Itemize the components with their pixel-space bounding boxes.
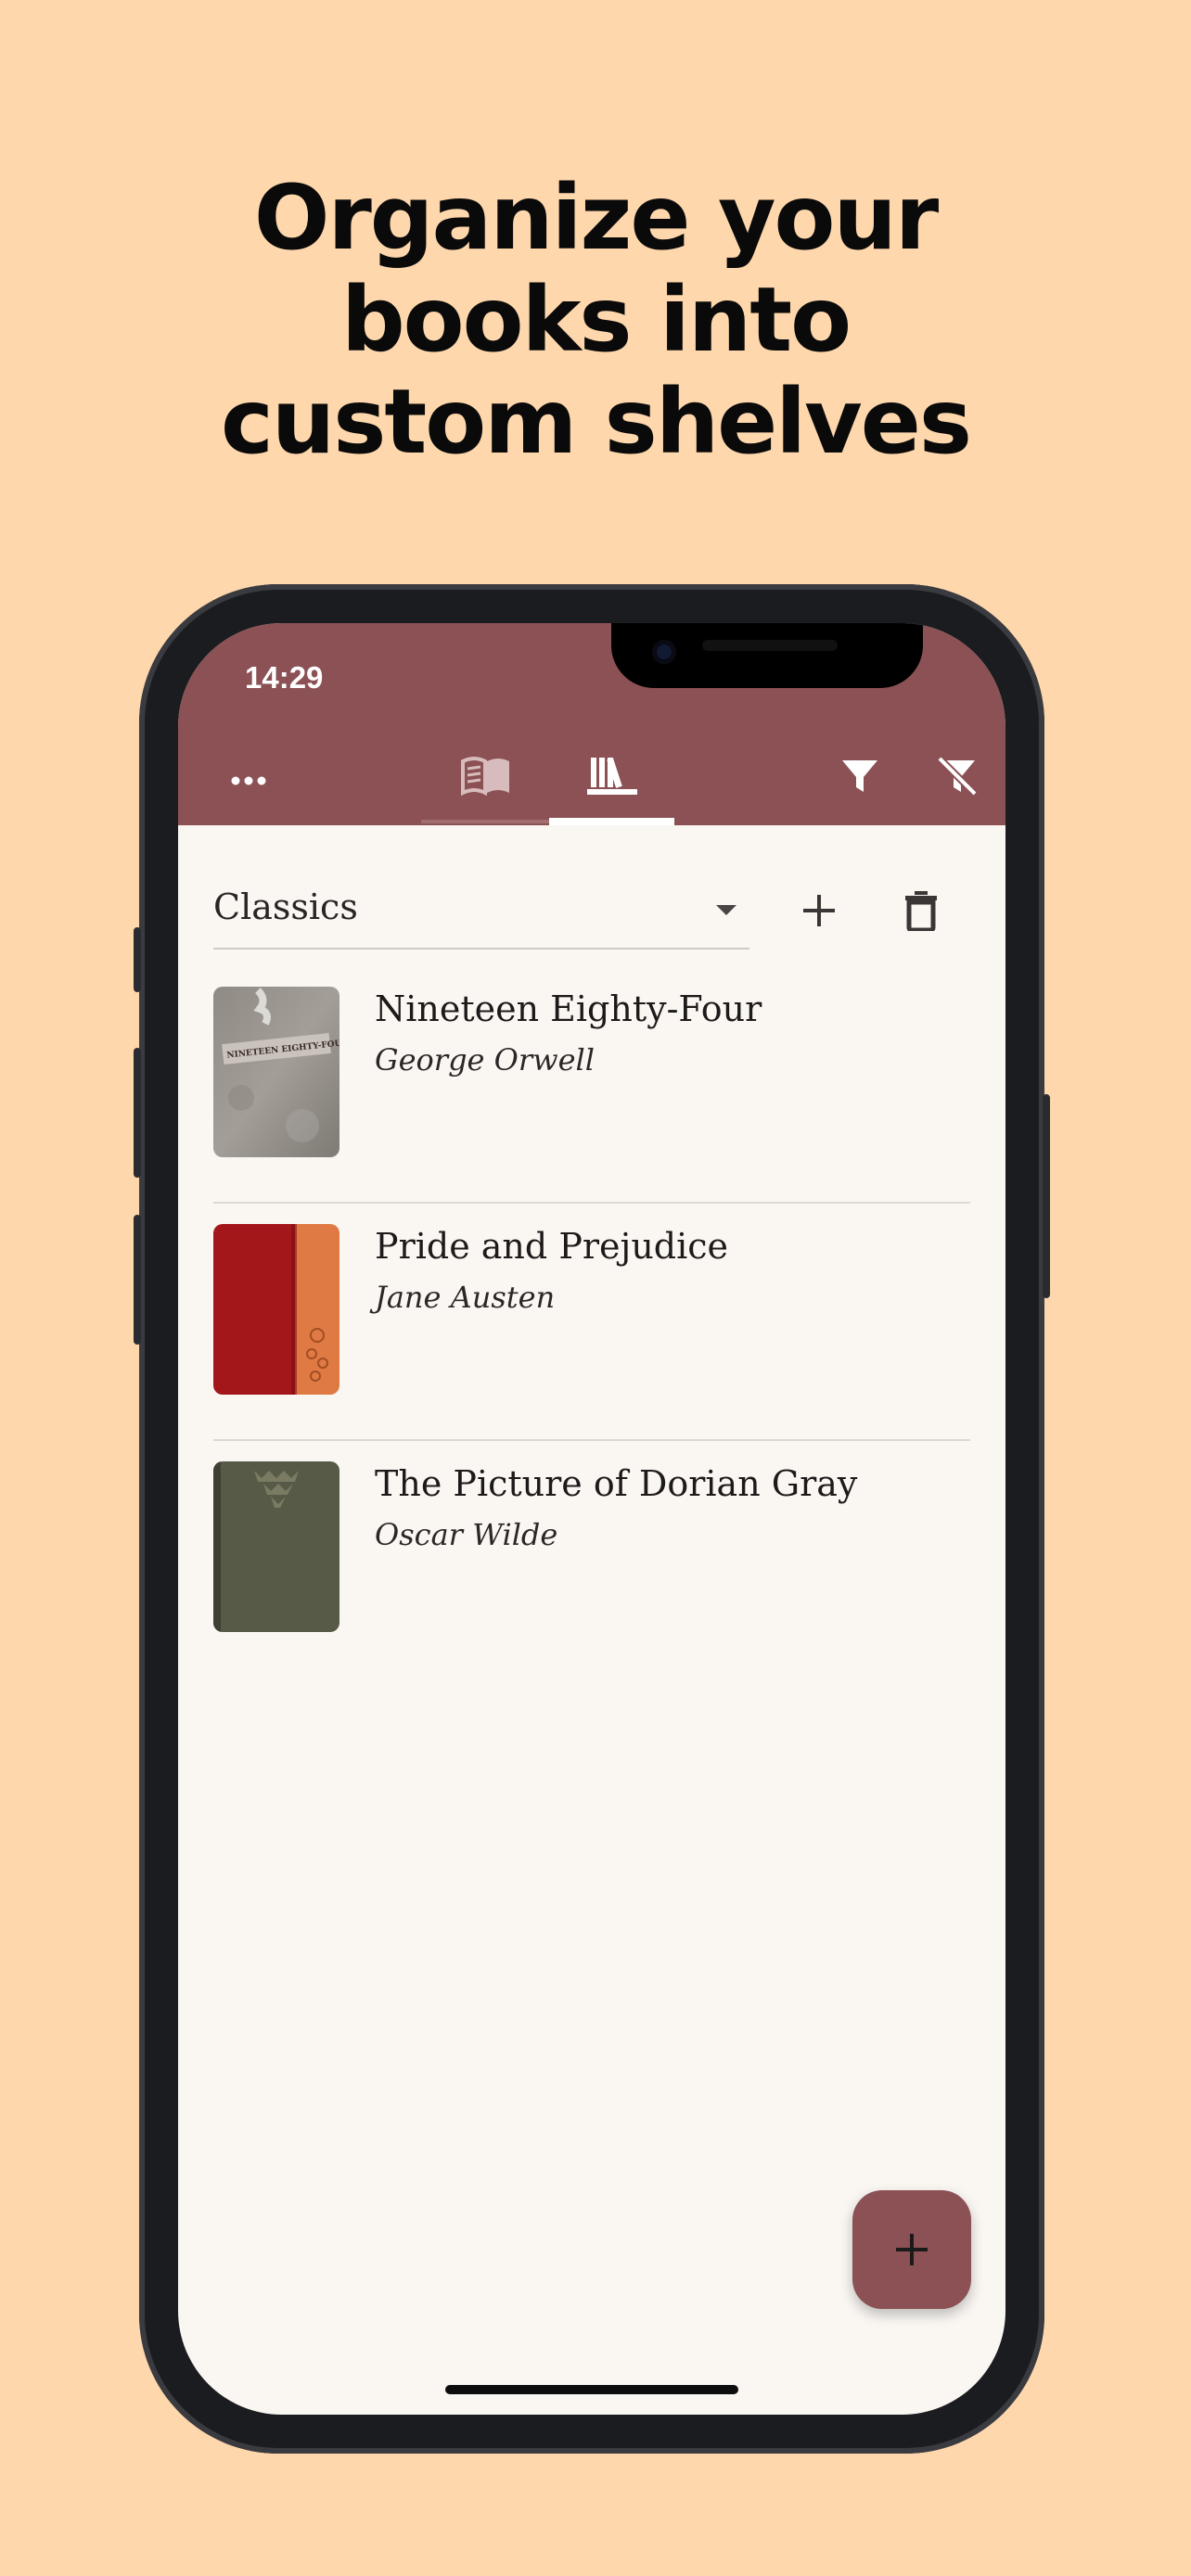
home-indicator[interactable] <box>445 2385 738 2394</box>
add-shelf-button[interactable] <box>787 883 852 938</box>
marketing-headline: Organize your books into custom shelves <box>0 167 1191 473</box>
filter-icon[interactable] <box>827 748 892 804</box>
add-book-button[interactable] <box>852 2190 971 2309</box>
headline-line-1: Organize your <box>253 166 939 270</box>
plus-icon <box>896 2234 928 2265</box>
book-author: Oscar Wilde <box>375 1517 558 1552</box>
notch <box>611 623 923 688</box>
book-list-item[interactable]: Pride and Prejudice Jane Austen <box>213 1204 970 1441</box>
book-title: Pride and Prejudice <box>375 1226 729 1267</box>
book-title: The Picture of Dorian Gray <box>375 1463 858 1504</box>
mute-switch <box>134 927 141 992</box>
volume-up-button <box>134 1048 141 1178</box>
delete-shelf-button[interactable] <box>889 883 954 938</box>
shelf-controls: Classics <box>213 874 974 950</box>
dropdown-caret-icon <box>716 905 736 915</box>
volume-down-button <box>134 1215 141 1345</box>
tab-divider <box>421 820 549 823</box>
filter-off-icon[interactable] <box>925 748 990 804</box>
power-button <box>1043 1094 1050 1298</box>
status-time: 14:29 <box>245 660 324 695</box>
shelf-dropdown[interactable]: Classics <box>213 874 749 950</box>
open-book-icon[interactable] <box>449 744 523 809</box>
book-list-item[interactable]: NINETEEN EIGHTY-FOUR Nineteen Eighty-Fou… <box>213 966 970 1204</box>
speaker-grille <box>702 640 838 651</box>
app-screen: 14:29 Classics NINETEEN EIGHTY-FOUR Nine… <box>178 623 1005 2415</box>
book-cover <box>213 1461 339 1632</box>
book-title: Nineteen Eighty-Four <box>375 988 762 1029</box>
trash-icon <box>905 891 937 931</box>
more-icon[interactable] <box>211 753 286 809</box>
book-author: George Orwell <box>375 1042 595 1078</box>
plus-icon <box>803 895 835 926</box>
camera-icon <box>652 640 676 664</box>
phone-frame: 14:29 Classics NINETEEN EIGHTY-FOUR Nine… <box>134 584 1050 2454</box>
active-tab-indicator <box>549 818 674 825</box>
headline-line-2: books into <box>340 268 852 372</box>
bookshelf-icon[interactable] <box>575 744 649 809</box>
book-cover: NINETEEN EIGHTY-FOUR <box>213 987 339 1157</box>
shelf-dropdown-value: Classics <box>213 886 358 927</box>
headline-line-3: custom shelves <box>220 370 972 474</box>
book-author: Jane Austen <box>375 1280 556 1315</box>
book-list-item[interactable]: The Picture of Dorian Gray Oscar Wilde <box>213 1441 970 1678</box>
book-cover <box>213 1224 339 1395</box>
